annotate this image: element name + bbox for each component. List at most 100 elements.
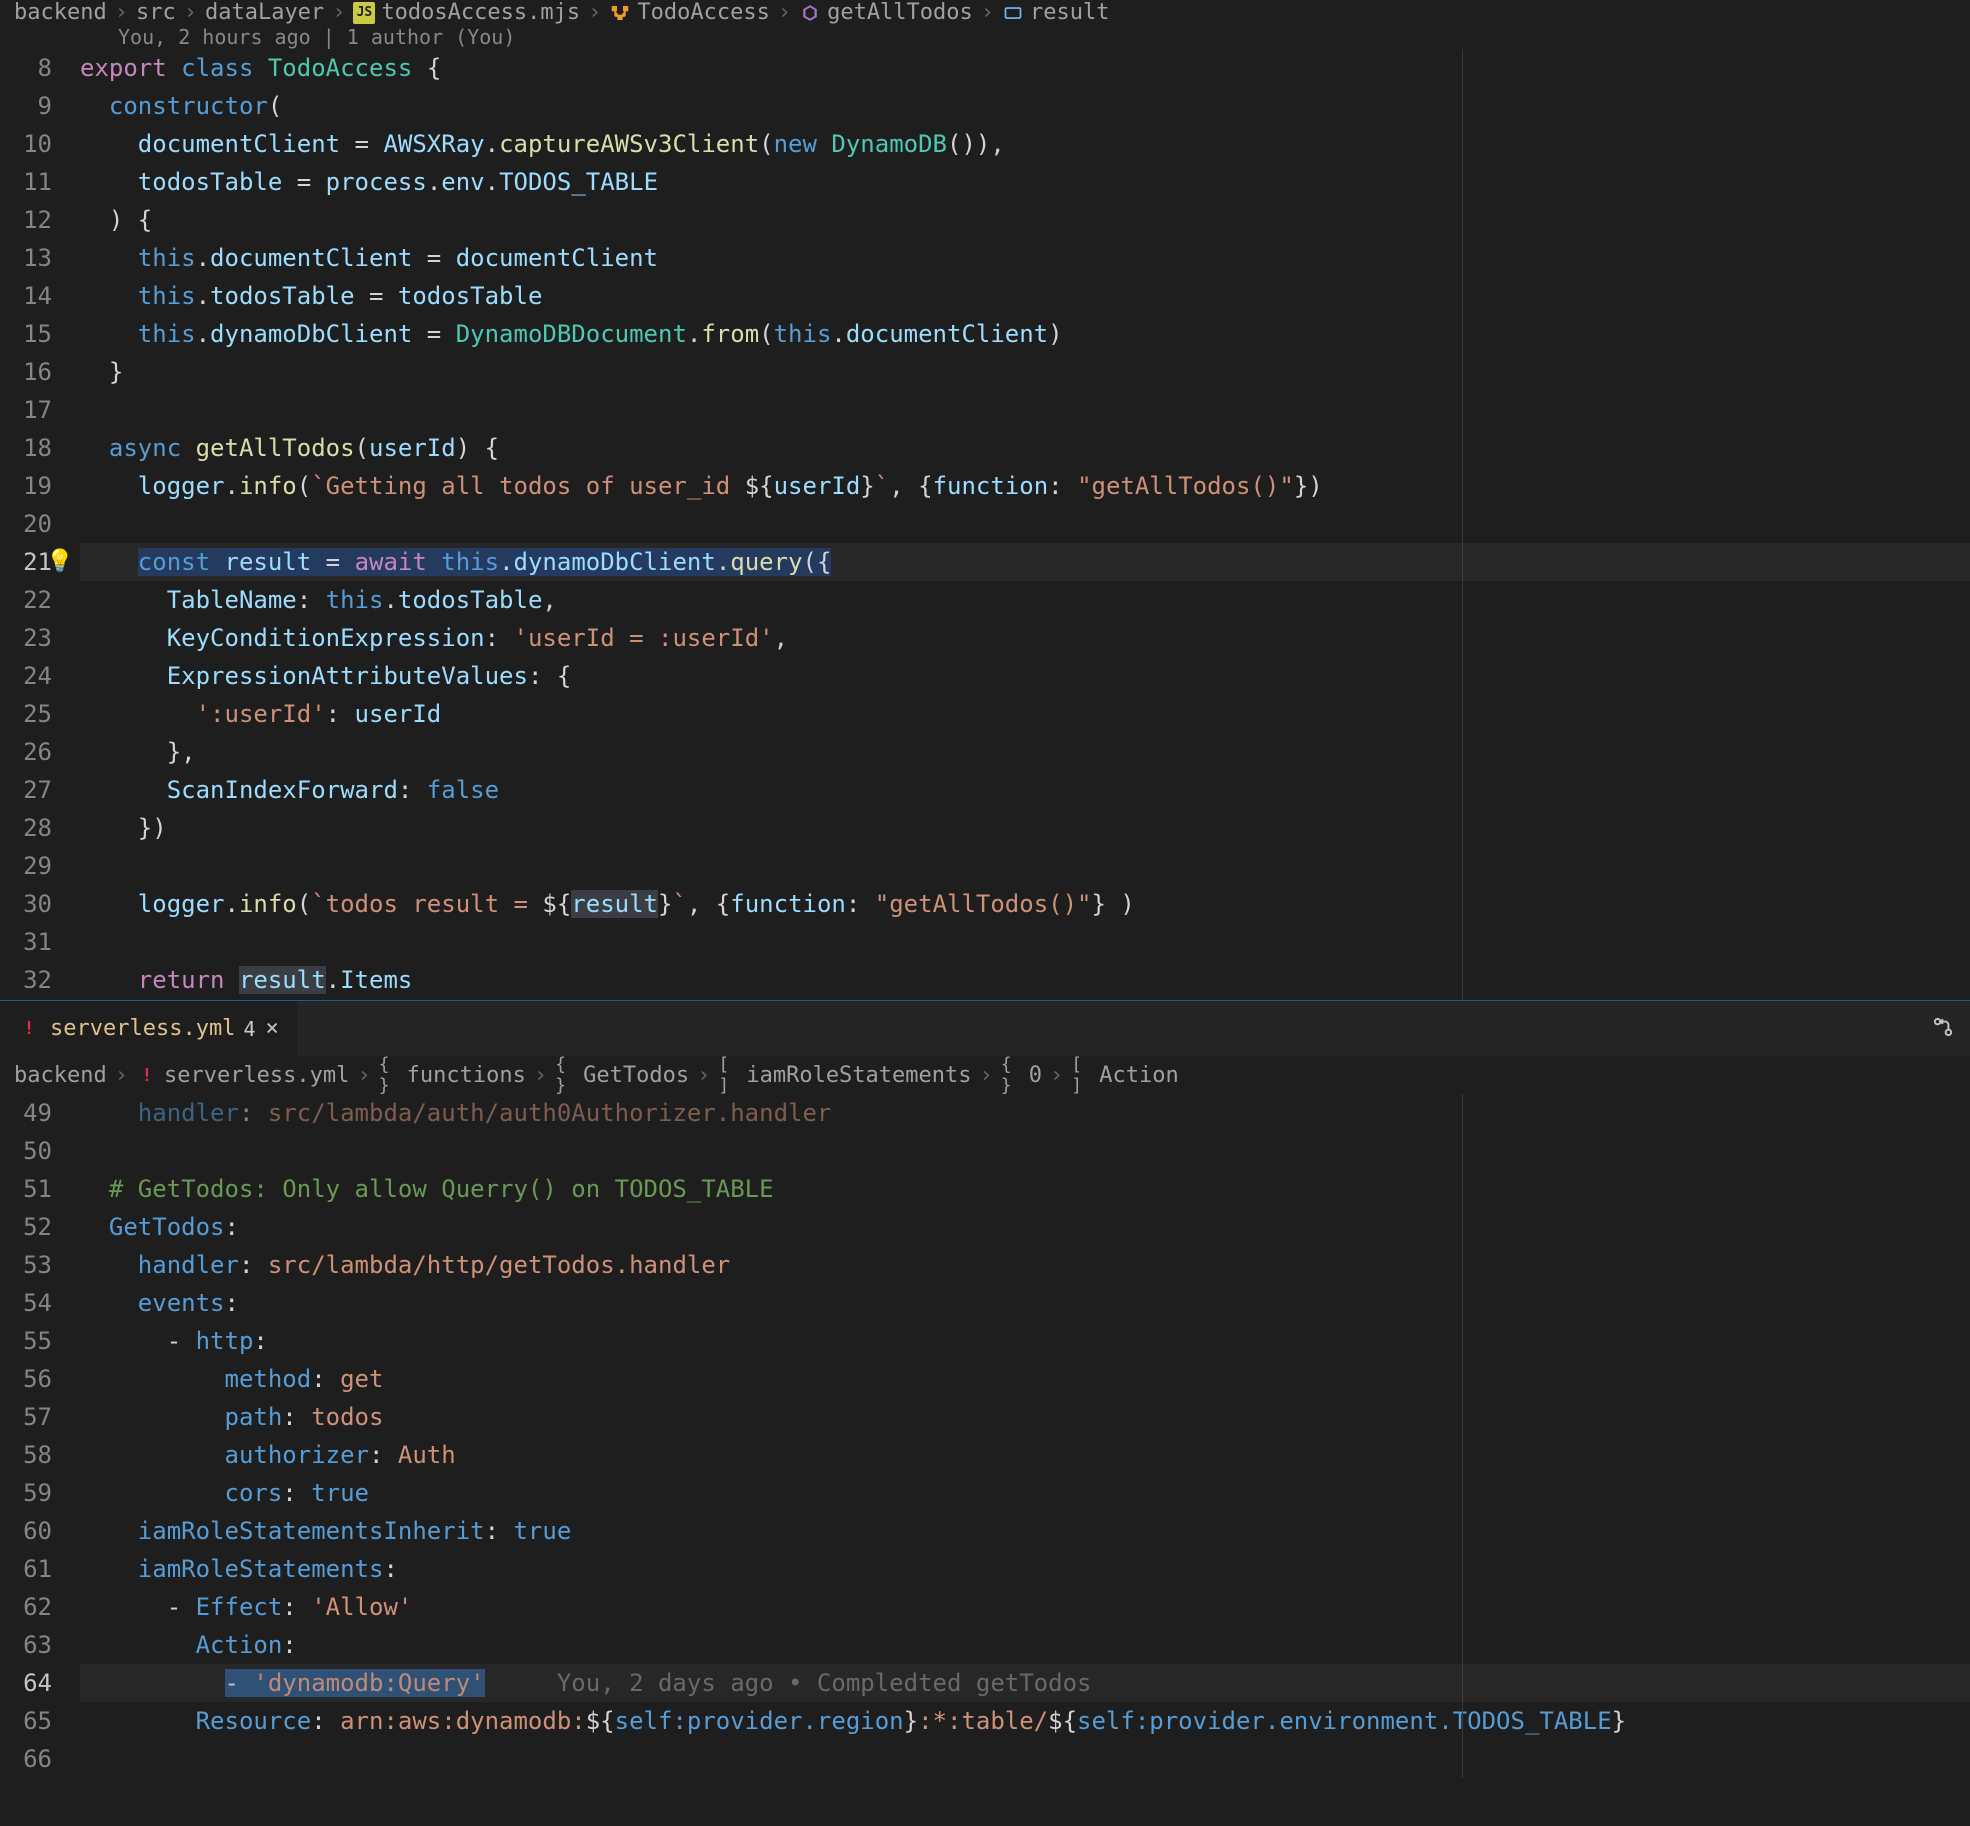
code-line[interactable] — [80, 923, 1970, 961]
line-number[interactable]: 56 — [0, 1360, 52, 1398]
close-icon[interactable]: × — [265, 1016, 278, 1041]
line-number[interactable]: 14 — [0, 277, 52, 315]
line-number[interactable]: 31 — [0, 923, 52, 961]
code-line[interactable]: - http: — [80, 1322, 1970, 1360]
lightbulb-icon[interactable]: 💡 — [46, 543, 73, 581]
crumb-gettodos[interactable]: { }GetTodos — [555, 1063, 689, 1088]
code-line[interactable]: logger.info(`todos result = ${result}`, … — [80, 885, 1970, 923]
code-line[interactable]: this.dynamoDbClient = DynamoDBDocument.f… — [80, 315, 1970, 353]
code-line[interactable]: GetTodos: — [80, 1208, 1970, 1246]
code-line[interactable]: ':userId': userId — [80, 695, 1970, 733]
code-line[interactable]: documentClient = AWSXRay.captureAWSv3Cli… — [80, 125, 1970, 163]
line-number[interactable]: 58 — [0, 1436, 52, 1474]
line-number[interactable]: 18 — [0, 429, 52, 467]
line-number[interactable]: 52 — [0, 1208, 52, 1246]
code-line[interactable]: }) — [80, 809, 1970, 847]
code-line[interactable] — [80, 1132, 1970, 1170]
code-line[interactable]: # GetTodos: Only allow Querry() on TODOS… — [80, 1170, 1970, 1208]
code-line[interactable]: logger.info(`Getting all todos of user_i… — [80, 467, 1970, 505]
crumb-action[interactable]: [ ]Action — [1071, 1063, 1178, 1088]
line-number[interactable]: 25 — [0, 695, 52, 733]
code-line[interactable]: this.documentClient = documentClient — [80, 239, 1970, 277]
code-line[interactable]: handler: src/lambda/auth/auth0Authorizer… — [80, 1094, 1970, 1132]
crumb-class[interactable]: TodoAccess — [609, 0, 769, 25]
code-line[interactable]: async getAllTodos(userId) { — [80, 429, 1970, 467]
line-number[interactable]: 49 — [0, 1094, 52, 1132]
code-top[interactable]: export class TodoAccess { constructor( d… — [80, 49, 1970, 1037]
line-number[interactable]: 27 — [0, 771, 52, 809]
line-number[interactable]: 53 — [0, 1246, 52, 1284]
line-number[interactable]: 16 — [0, 353, 52, 391]
crumb-file-b[interactable]: !serverless.yml — [136, 1063, 349, 1088]
crumb-var[interactable]: result — [1002, 0, 1109, 25]
line-number[interactable]: 32 — [0, 961, 52, 999]
line-number[interactable]: 22 — [0, 581, 52, 619]
line-number[interactable]: 29 — [0, 847, 52, 885]
code-line[interactable]: TableName: this.todosTable, — [80, 581, 1970, 619]
line-number[interactable]: 12 — [0, 201, 52, 239]
code-line[interactable]: method: get — [80, 1360, 1970, 1398]
code-line[interactable]: export class TodoAccess { — [80, 49, 1970, 87]
code-line[interactable]: ScanIndexForward: false — [80, 771, 1970, 809]
line-number[interactable]: 10 — [0, 125, 52, 163]
compare-changes-icon[interactable] — [1930, 1014, 1956, 1044]
crumb-backend-b[interactable]: backend — [14, 1063, 107, 1088]
tab-serverless[interactable]: ! serverless.yml 4 × — [0, 1001, 298, 1056]
code-line[interactable] — [80, 505, 1970, 543]
code-line[interactable]: handler: src/lambda/http/getTodos.handle… — [80, 1246, 1970, 1284]
crumb-datalayer[interactable]: dataLayer — [205, 0, 324, 25]
code-line[interactable]: todosTable = process.env.TODOS_TABLE — [80, 163, 1970, 201]
line-number[interactable]: 13 — [0, 239, 52, 277]
line-number[interactable]: 60 — [0, 1512, 52, 1550]
line-number[interactable]: 24 — [0, 657, 52, 695]
crumb-file[interactable]: JStodosAccess.mjs — [353, 0, 580, 25]
line-number[interactable]: 17 — [0, 391, 52, 429]
line-number[interactable]: 23 — [0, 619, 52, 657]
line-number[interactable]: 11 — [0, 163, 52, 201]
line-number[interactable]: 61 — [0, 1550, 52, 1588]
code-line[interactable]: KeyConditionExpression: 'userId = :userI… — [80, 619, 1970, 657]
line-number[interactable]: 19 — [0, 467, 52, 505]
gutter-bottom[interactable]: 495051525354555657585960616263646566 — [0, 1094, 80, 1778]
line-number[interactable]: 65 — [0, 1702, 52, 1740]
code-line[interactable]: cors: true — [80, 1474, 1970, 1512]
line-number[interactable]: 55 — [0, 1322, 52, 1360]
line-number[interactable]: 64 — [0, 1664, 52, 1702]
code-bottom[interactable]: handler: src/lambda/auth/auth0Authorizer… — [80, 1094, 1970, 1778]
code-line[interactable]: return result.Items — [80, 961, 1970, 999]
tab-bar[interactable]: ! serverless.yml 4 × — [0, 1000, 1970, 1056]
crumb-src[interactable]: src — [136, 0, 176, 25]
code-line[interactable] — [80, 1740, 1970, 1778]
crumb-method[interactable]: getAllTodos — [799, 0, 973, 25]
code-line[interactable]: - 'dynamodb:Query' You, 2 days ago • Com… — [80, 1664, 1970, 1702]
crumb-backend[interactable]: backend — [14, 0, 107, 25]
code-line[interactable] — [80, 391, 1970, 429]
line-number[interactable]: 50 — [0, 1132, 52, 1170]
code-line[interactable]: Resource: arn:aws:dynamodb:${self:provid… — [80, 1702, 1970, 1740]
editor-top[interactable]: 8910111213141516171819202122232425262728… — [0, 49, 1970, 1037]
code-line[interactable]: ExpressionAttributeValues: { — [80, 657, 1970, 695]
line-number[interactable]: 63 — [0, 1626, 52, 1664]
code-line[interactable]: ) { — [80, 201, 1970, 239]
code-line[interactable]: }, — [80, 733, 1970, 771]
line-number[interactable]: 15 — [0, 315, 52, 353]
code-line[interactable]: authorizer: Auth — [80, 1436, 1970, 1474]
crumb-0[interactable]: { }0 — [1001, 1063, 1042, 1088]
code-line[interactable]: iamRoleStatements: — [80, 1550, 1970, 1588]
crumb-functions[interactable]: { }functions — [379, 1063, 526, 1088]
crumb-iamrole[interactable]: [ ]iamRoleStatements — [718, 1063, 971, 1088]
code-line[interactable]: iamRoleStatementsInherit: true — [80, 1512, 1970, 1550]
breadcrumb-top[interactable]: backend› src› dataLayer› JStodosAccess.m… — [0, 0, 1970, 25]
line-number[interactable]: 21 — [0, 543, 52, 581]
line-number[interactable]: 59 — [0, 1474, 52, 1512]
code-line[interactable]: const result = await this.dynamoDbClient… — [80, 543, 1970, 581]
code-line[interactable] — [80, 847, 1970, 885]
line-number[interactable]: 54 — [0, 1284, 52, 1322]
line-number[interactable]: 28 — [0, 809, 52, 847]
code-line[interactable]: this.todosTable = todosTable — [80, 277, 1970, 315]
line-number[interactable]: 66 — [0, 1740, 52, 1778]
line-number[interactable]: 51 — [0, 1170, 52, 1208]
code-line[interactable]: } — [80, 353, 1970, 391]
code-line[interactable]: path: todos — [80, 1398, 1970, 1436]
breadcrumb-bottom[interactable]: backend› !serverless.yml› { }functions› … — [0, 1056, 1970, 1094]
